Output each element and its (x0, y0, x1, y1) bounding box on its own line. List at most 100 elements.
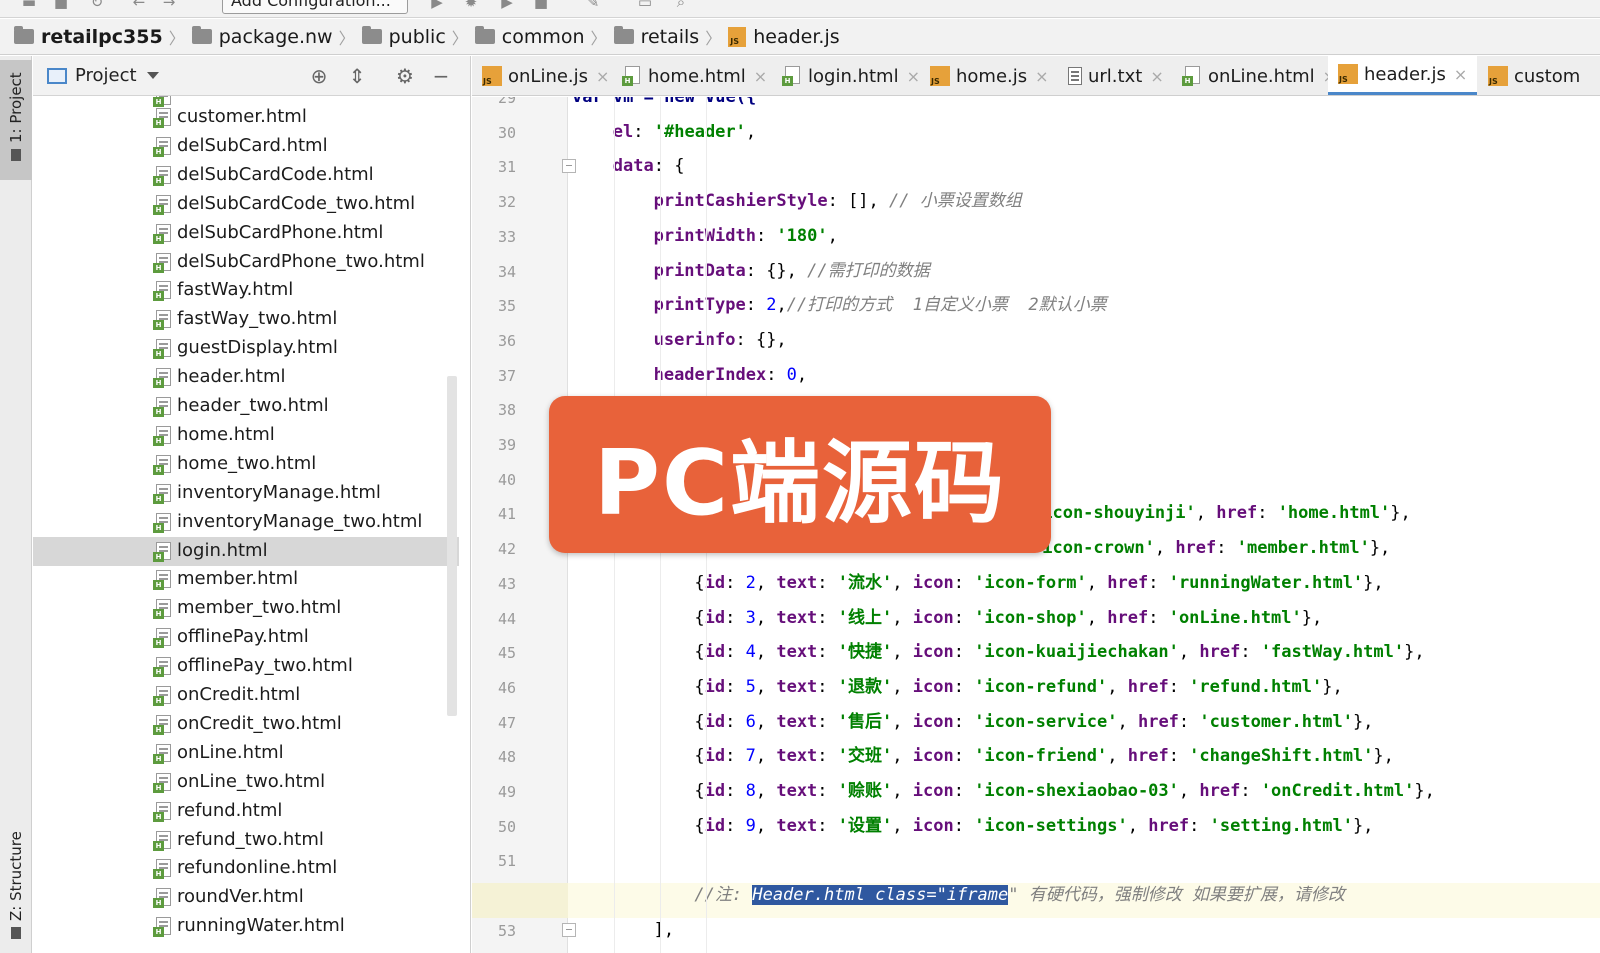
file-tree-item[interactable]: Hrefund_two.html (33, 826, 459, 855)
code-line[interactable]: {id: 8, text: '赊账', icon: 'icon-shexiaob… (694, 774, 1434, 809)
code-line[interactable]: el: '#header', (613, 115, 756, 150)
breadcrumb-item[interactable]: common (474, 19, 585, 55)
code-line[interactable]: ], (654, 913, 674, 948)
file-tree-item[interactable]: Hhome.html (33, 421, 459, 450)
add-configuration-button[interactable]: Add Configuration... (222, 0, 408, 14)
code-token: , (745, 121, 757, 142)
code-line[interactable]: headerIndex: 0, (654, 358, 808, 393)
folder-open-icon[interactable]: ▬ (20, 0, 38, 10)
code-line[interactable]: 'icon-shouyinji', href: 'home.html'}, (1032, 496, 1411, 531)
tree-scrollbar[interactable] (447, 376, 457, 716)
search-icon[interactable]: ⌕ (672, 0, 690, 10)
file-tree-item[interactable]: HinventoryManage_two.html (33, 508, 459, 537)
file-tree-item[interactable]: HdelSubCardCode_two.html (33, 190, 459, 219)
editor-tab[interactable]: home.js × (920, 56, 1059, 95)
file-tree-item[interactable]: HroundVer.html (33, 883, 459, 912)
hide-panel-icon[interactable]: − (429, 64, 453, 88)
file-tree-item[interactable]: HdelSubCardCode.html (33, 161, 459, 190)
file-tree-item[interactable]: HonCredit_two.html (33, 710, 459, 739)
editor-tab[interactable]: header.js × (1328, 56, 1478, 95)
project-tool-tab[interactable]: 1: Project (0, 60, 32, 180)
close-icon[interactable]: × (1035, 67, 1048, 86)
coverage-icon[interactable]: ▶ (498, 0, 516, 10)
file-tree-item[interactable]: Hcustomer.html (33, 103, 459, 132)
save-icon[interactable]: ■ (52, 0, 70, 10)
promo-banner-text: PC端源码 (593, 430, 1006, 536)
code-line[interactable]: 'icon-crown', href: 'member.html'}, (1032, 531, 1390, 566)
close-icon[interactable]: × (596, 67, 609, 86)
editor-tab[interactable]: HonLine.html× (1172, 56, 1346, 95)
file-tree-item[interactable]: Hmember_two.html (33, 594, 459, 623)
file-tree-item[interactable]: HdelSubCard.html (33, 132, 459, 161)
code-token: href (1199, 642, 1241, 663)
stop-icon[interactable]: ■ (532, 0, 550, 10)
forward-icon[interactable]: → (160, 0, 178, 10)
editor-tab[interactable]: Hhome.html × (612, 56, 777, 95)
code-line[interactable]: {id: 4, text: '快捷', icon: 'icon-kuaijiec… (694, 635, 1424, 670)
code-line[interactable]: printWidth: '180', (654, 219, 838, 254)
code-line[interactable]: {id: 7, text: '交班', icon: 'icon-friend',… (694, 739, 1394, 774)
code-line[interactable]: printType: 2,//打印的方式 1自定义小票 2默认小票 (654, 288, 1107, 323)
file-tree-item[interactable]: Hmember.html (33, 565, 459, 594)
file-tree-item[interactable]: Hheader.html (33, 363, 459, 392)
build-icon[interactable]: ✎ (584, 0, 602, 10)
breadcrumb-item[interactable]: public (361, 19, 446, 55)
code-line[interactable]: //注: Header.html class="iframe" 有硬代码，强制修… (694, 878, 1345, 913)
run-icon[interactable]: ▶ (428, 0, 446, 10)
refresh-icon[interactable]: ↻ (88, 0, 106, 10)
collapse-all-icon[interactable]: ⇕ (345, 64, 369, 88)
file-name: fastWay.html (177, 279, 294, 301)
project-panel-title[interactable]: Project (75, 65, 137, 86)
debug-icon[interactable]: ✹ (462, 0, 480, 10)
code-token: icon (912, 676, 954, 697)
file-tree-item[interactable]: HonLine.html (33, 739, 459, 768)
code-line[interactable]: {id: 5, text: '退款', icon: 'icon-refund',… (694, 670, 1342, 705)
locate-icon[interactable]: ⊕ (307, 64, 331, 88)
code-line[interactable]: {id: 3, text: '线上', icon: 'icon-shop', h… (694, 601, 1322, 636)
file-tree-item[interactable]: HofflinePay_two.html (33, 652, 459, 681)
file-tree-item[interactable]: HguestDisplay.html (33, 334, 459, 363)
fold-toggle-icon[interactable] (562, 922, 576, 937)
file-tree-item[interactable]: HfastWay_two.html (33, 305, 459, 334)
file-tree-item[interactable]: HonCredit.html (33, 681, 459, 710)
fold-toggle-icon[interactable] (562, 159, 576, 174)
editor-tab[interactable]: Hlogin.html × (772, 56, 930, 95)
code-line[interactable]: {id: 6, text: '售后', icon: 'icon-service'… (694, 705, 1373, 740)
close-icon[interactable]: × (754, 67, 767, 86)
gear-icon[interactable]: ⚙ (393, 64, 417, 88)
breadcrumb-item[interactable]: retailpc355 (14, 19, 163, 55)
editor-tab[interactable]: url.txt × (1058, 56, 1174, 95)
file-tree-item[interactable]: HdelSubCardPhone.html (33, 219, 459, 248)
file-tree-item[interactable]: HonLine_two.html (33, 768, 459, 797)
close-icon[interactable]: × (1150, 67, 1163, 86)
code-line[interactable]: userinfo: {}, (654, 323, 787, 358)
file-tree-item[interactable]: HfastWay.html (33, 276, 459, 305)
code-line[interactable]: printData: {}, //需打印的数据 (654, 254, 930, 289)
file-tree-item[interactable]: HdelSubCardPhone_two.html (33, 248, 459, 277)
back-icon[interactable]: ← (130, 0, 148, 10)
html-file-icon: H (153, 397, 173, 417)
file-tree-item[interactable]: HrunningWater.html (33, 912, 459, 941)
file-tree-item[interactable]: Hhome_two.html (33, 450, 459, 479)
code-line[interactable]: {id: 2, text: '流水', icon: 'icon-form', h… (694, 566, 1383, 601)
file-tree-item[interactable]: Hrefundonline.html (33, 854, 459, 883)
file-tree-item[interactable]: Hheader_two.html (33, 392, 459, 421)
breadcrumb-item[interactable]: retails (613, 19, 699, 55)
editor-tab[interactable]: custom (1478, 56, 1580, 95)
structure-tool-tab[interactable]: Z: Structure (0, 826, 32, 950)
file-tree-item[interactable]: HinventoryManage.html (33, 479, 459, 508)
file-tree-item[interactable]: Hlogin.html (33, 536, 459, 566)
file-tree-item[interactable]: HofflinePay.html (33, 623, 459, 652)
code-line[interactable]: data: { (613, 149, 685, 184)
code-line[interactable]: {id: 9, text: '设置', icon: 'icon-settings… (694, 809, 1373, 844)
editor-tab[interactable]: onLine.js × (472, 56, 619, 95)
close-icon[interactable]: × (1454, 65, 1467, 84)
close-icon[interactable]: × (907, 67, 920, 86)
breadcrumb-item[interactable]: package.nw (191, 19, 333, 55)
code-line[interactable]: var vm = new Vue({ (572, 97, 756, 115)
breadcrumb-item[interactable]: JS header.js (728, 19, 840, 55)
file-tree-item[interactable]: Hrefund.html (33, 797, 459, 826)
code-line[interactable]: printCashierStyle: [], // 小票设置数组 (654, 184, 1022, 219)
chevron-down-icon[interactable] (146, 72, 159, 79)
terminal-icon[interactable]: ▭ (636, 0, 654, 10)
